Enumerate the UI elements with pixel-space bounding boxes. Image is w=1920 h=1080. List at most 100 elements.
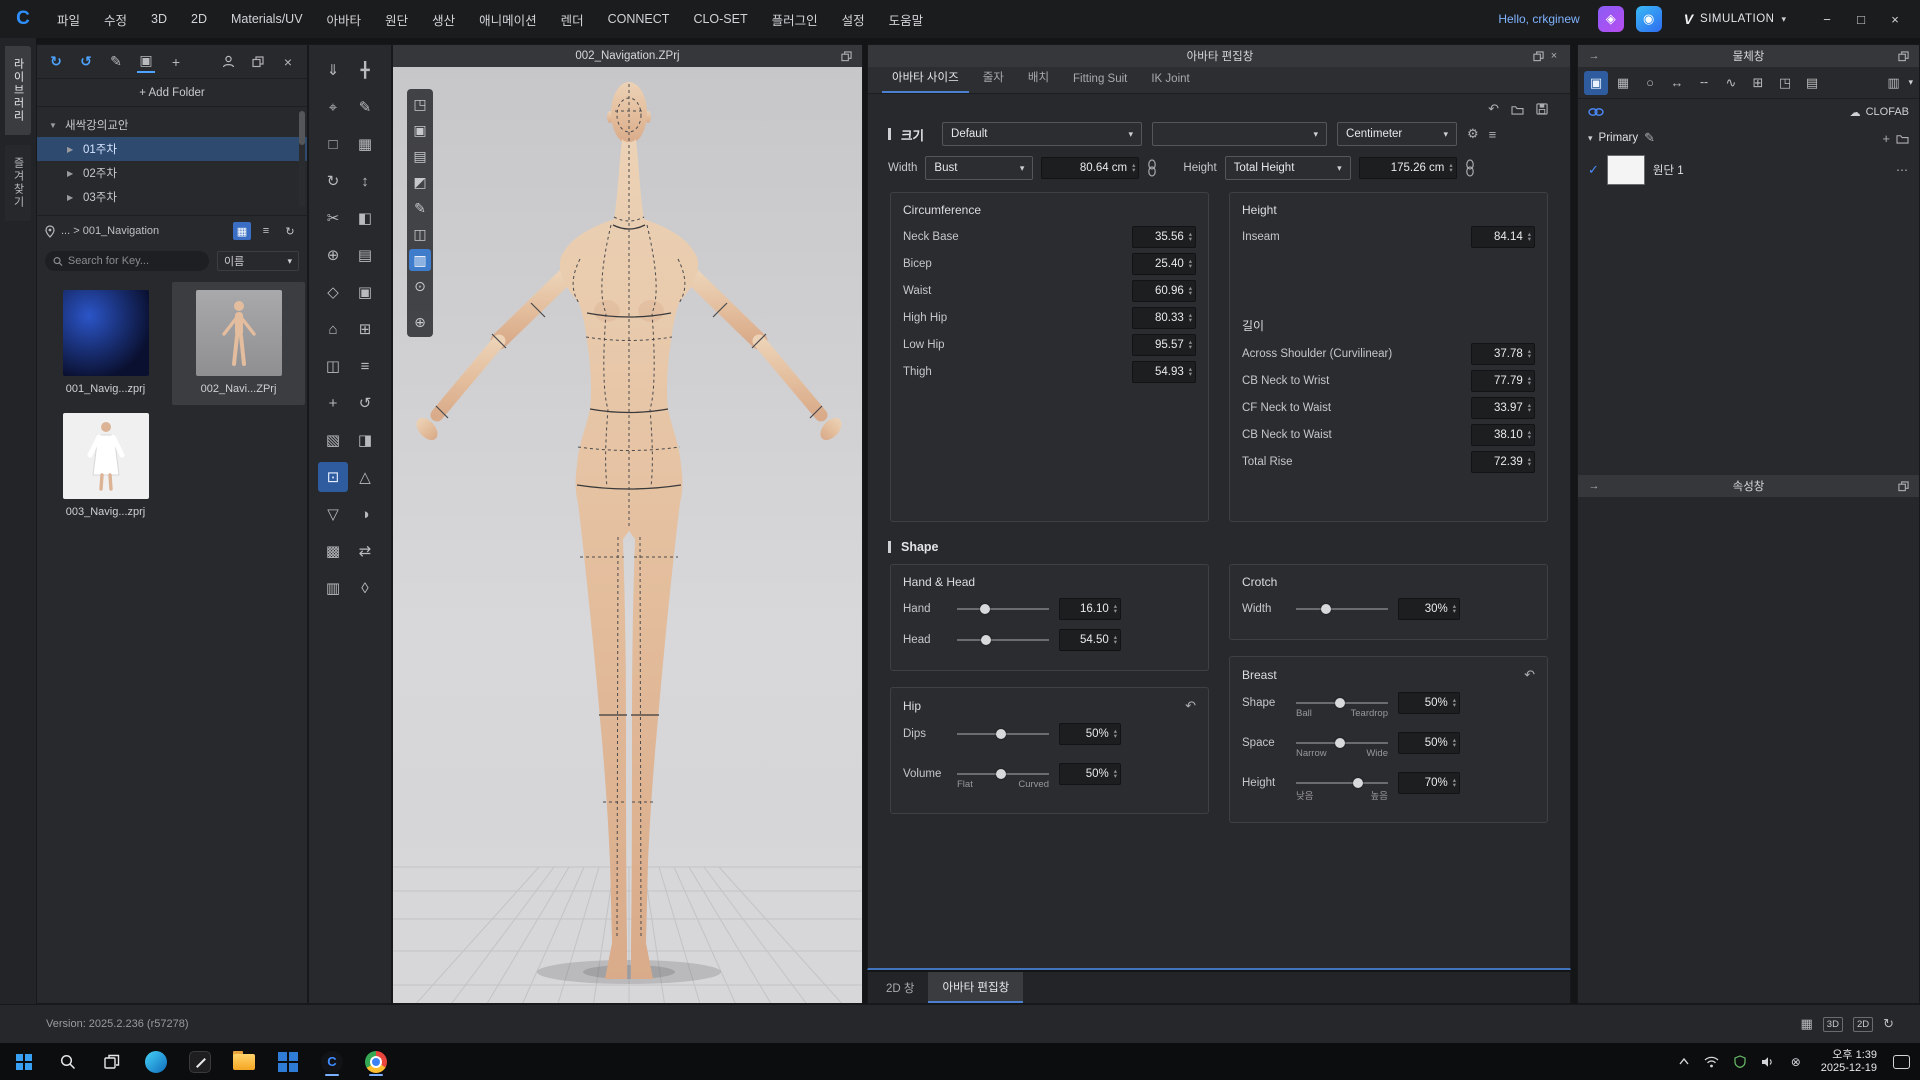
view-3d-button[interactable]: 3D <box>1823 1017 1843 1032</box>
undo-icon[interactable]: ↶ <box>1185 698 1196 714</box>
menu-item[interactable]: 3D <box>140 0 178 38</box>
height-type-dropdown[interactable]: Total Height▾ <box>1225 156 1351 180</box>
tool-icon[interactable]: ↺ <box>350 388 380 418</box>
tab-ik-joint[interactable]: IK Joint <box>1141 68 1199 93</box>
dock-arrow-icon[interactable]: → <box>1586 48 1602 64</box>
undo-icon[interactable]: ↶ <box>1488 101 1499 117</box>
clo-app-icon[interactable]: C <box>318 1047 346 1077</box>
asset-box-icon[interactable]: ▣ <box>137 51 155 73</box>
link-icon[interactable] <box>1588 107 1604 117</box>
width-value-input[interactable]: 80.64 cm ▴▾ <box>1041 157 1139 179</box>
file-item[interactable]: 002_Navi...ZPrj <box>172 282 305 405</box>
fabric-group-row[interactable]: ▾ Primary ✎ + <box>1578 125 1919 151</box>
gear-icon[interactable]: ⚙ <box>1467 126 1479 142</box>
chevron-down-icon[interactable]: ▾ <box>1781 14 1786 25</box>
account-icon[interactable] <box>219 51 237 73</box>
height-value-input[interactable]: 175.26 cm ▴▾ <box>1359 157 1457 179</box>
tool-icon[interactable]: ◫ <box>318 351 348 381</box>
volume-slider[interactable]: Flat Curved <box>957 765 1049 783</box>
quad-view-icon[interactable]: ▦ <box>1800 1016 1812 1032</box>
notes-app-icon[interactable] <box>186 1047 214 1077</box>
measure-input[interactable]: 38.10▴▾ <box>1471 424 1535 446</box>
menu-item[interactable]: 2D <box>180 0 218 38</box>
taskbar-clock[interactable]: 오후 1:39 2025-12-19 <box>1821 1049 1877 1075</box>
tool-icon[interactable]: ◇ <box>318 277 348 307</box>
head-value-input[interactable]: 54.50▴▾ <box>1059 629 1121 651</box>
tool-icon[interactable]: ▥ <box>318 573 348 603</box>
tree-item[interactable]: ▶ 03주차 <box>37 185 307 209</box>
notification-center-icon[interactable] <box>1893 1055 1910 1069</box>
spinner-arrows[interactable]: ▴▾ <box>1449 163 1455 174</box>
tree-item-root[interactable]: ▼ 새싹강의교안 <box>37 113 307 137</box>
breast-space-slider[interactable]: Narrow Wide <box>1296 734 1388 752</box>
measure-input[interactable]: 84.14▴▾ <box>1471 226 1535 248</box>
search-input[interactable] <box>68 255 201 267</box>
close-panel-icon[interactable]: × <box>279 51 297 73</box>
minimize-button[interactable]: − <box>1812 5 1842 33</box>
breadcrumb[interactable]: ... > 001_Navigation <box>61 225 227 237</box>
3d-canvas[interactable]: ◳ ▣ ▤ ◩ ✎ ◫ ▥ ⊙ ⊕ <box>393 67 862 1003</box>
measure-input[interactable]: 95.57▴▾ <box>1132 334 1196 356</box>
maximize-button[interactable]: □ <box>1846 5 1876 33</box>
show-arrangement-icon[interactable]: ◩ <box>409 171 431 193</box>
menu-item[interactable]: 도움말 <box>878 0 935 38</box>
tool-icon[interactable]: ⊡ <box>318 462 348 492</box>
measure-input[interactable]: 80.33▴▾ <box>1132 307 1196 329</box>
link-icon[interactable] <box>1147 159 1157 177</box>
hand-value-input[interactable]: 16.10▴▾ <box>1059 598 1121 620</box>
taskbar-search-icon[interactable] <box>54 1047 82 1077</box>
clofab-brand[interactable]: ☁ CLOFAB <box>1850 106 1909 119</box>
menu-item[interactable]: 원단 <box>374 0 419 38</box>
add-folder-button[interactable]: + Add Folder <box>37 79 307 107</box>
reset-view-icon[interactable]: ↻ <box>1883 1016 1894 1032</box>
measure-input[interactable]: 72.39▴▾ <box>1471 451 1535 473</box>
sub-preset-dropdown[interactable]: ▾ <box>1152 122 1327 146</box>
breast-space-input[interactable]: 50%▴▾ <box>1398 732 1460 754</box>
breast-shape-input[interactable]: 50%▴▾ <box>1398 692 1460 714</box>
tool-icon[interactable]: ◊ <box>350 573 380 603</box>
show-pose-icon[interactable]: ⊙ <box>409 275 431 297</box>
tool-icon[interactable]: ≡ <box>350 351 380 381</box>
undo-icon[interactable]: ↶ <box>1524 667 1535 683</box>
tool-icon[interactable]: ⊞ <box>350 314 380 344</box>
check-icon[interactable]: ✓ <box>1588 162 1599 178</box>
show-measure-icon[interactable]: ◫ <box>409 223 431 245</box>
measure-input[interactable]: 35.56▴▾ <box>1132 226 1196 248</box>
sync-back-icon[interactable]: ↺ <box>77 51 95 73</box>
menu-item[interactable]: CONNECT <box>597 0 681 38</box>
menu-item[interactable]: 수정 <box>93 0 138 38</box>
fabric-list-item[interactable]: ✓ 원단 1 ⋯ <box>1578 151 1919 189</box>
dips-slider[interactable] <box>957 725 1049 743</box>
more-options-icon[interactable]: ⋯ <box>1896 163 1909 177</box>
object-filter-icon[interactable]: ⊞ <box>1746 71 1770 95</box>
show-stitch-icon[interactable]: ✎ <box>409 197 431 219</box>
dock-arrow-icon[interactable]: → <box>1586 478 1602 494</box>
menu-item[interactable]: 플러그인 <box>761 0 829 38</box>
tree-scrollbar[interactable] <box>299 111 305 207</box>
menu-item[interactable]: 렌더 <box>550 0 595 38</box>
tool-icon[interactable]: ╋ <box>350 55 380 85</box>
show-garment-icon[interactable]: ▤ <box>409 145 431 167</box>
task-view-icon[interactable] <box>98 1047 126 1077</box>
float-window-icon[interactable] <box>1895 478 1911 494</box>
breast-height-input[interactable]: 70%▴▾ <box>1398 772 1460 794</box>
open-folder-icon[interactable] <box>1511 104 1524 115</box>
menu-item[interactable]: 아바타 <box>316 0 373 38</box>
measure-input[interactable]: 33.97▴▾ <box>1471 397 1535 419</box>
menu-item[interactable]: 애니메이션 <box>468 0 548 38</box>
head-slider[interactable] <box>957 631 1049 649</box>
tree-collapse-icon[interactable]: ▶ <box>67 193 77 202</box>
volume-icon[interactable] <box>1759 1052 1777 1072</box>
tab-tape[interactable]: 줄자 <box>973 64 1014 93</box>
object-filter-icon[interactable]: ▤ <box>1800 71 1824 95</box>
tool-icon[interactable]: ▧ <box>318 425 348 455</box>
tab-fitting-suit[interactable]: Fitting Suit <box>1063 68 1137 93</box>
tool-icon[interactable]: ▤ <box>350 240 380 270</box>
object-filter-icon[interactable]: ▦ <box>1611 71 1635 95</box>
tab-favorites[interactable]: 즐겨찾기 <box>5 145 31 221</box>
tool-icon[interactable]: ↕ <box>350 166 380 196</box>
crotch-width-slider[interactable] <box>1296 600 1388 618</box>
menu-item[interactable]: 파일 <box>46 0 91 38</box>
show-avatar-icon[interactable]: ▣ <box>409 119 431 141</box>
tool-icon[interactable]: △ <box>350 462 380 492</box>
